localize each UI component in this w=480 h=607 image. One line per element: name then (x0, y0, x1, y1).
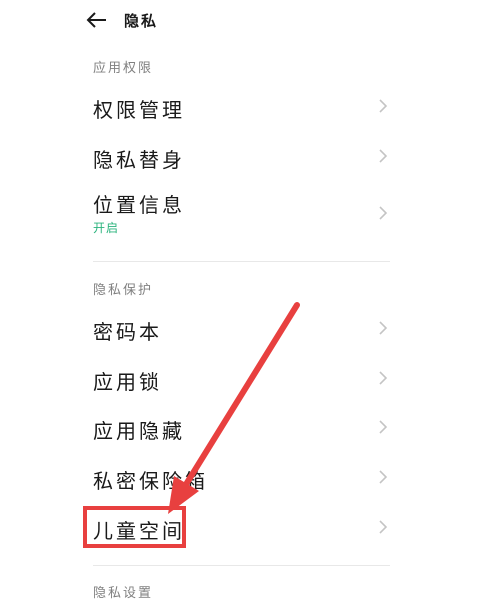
list-item-label: 权限管理 (93, 98, 185, 122)
list-item-password-book[interactable]: 密码本 (84, 308, 404, 348)
list-item-label: 应用隐藏 (93, 419, 185, 443)
section-title-privacy-protection: 隐私保护 (93, 283, 154, 298)
list-item-app-hide[interactable]: 应用隐藏 (84, 407, 404, 447)
list-item-private-safe[interactable]: 私密保险箱 (84, 457, 404, 497)
list-item-label: 位置信息 (93, 193, 185, 217)
chevron-right-icon (379, 149, 388, 163)
list-item-privacy-substitute[interactable]: 隐私替身 (84, 136, 404, 176)
list-item-location-info[interactable]: 位置信息 开启 (84, 184, 404, 244)
section-title-privacy-settings: 隐私设置 (93, 586, 154, 601)
location-status-text: 开启 (93, 221, 120, 235)
back-arrow-icon (86, 12, 106, 28)
chevron-right-icon (379, 520, 388, 534)
chevron-right-icon (379, 371, 388, 385)
chevron-right-icon (379, 99, 388, 113)
chevron-right-icon (379, 470, 388, 484)
section-divider (93, 565, 390, 566)
chevron-right-icon (379, 206, 388, 220)
list-item-label: 密码本 (93, 320, 162, 344)
list-item-label: 私密保险箱 (93, 469, 208, 493)
list-item-app-lock[interactable]: 应用锁 (84, 358, 404, 398)
privacy-settings-page: 隐私 应用权限 权限管理 隐私替身 位置信息 开启 隐私保护 密码本 应用锁 应… (0, 0, 480, 607)
chevron-right-icon (379, 420, 388, 434)
section-title-app-permissions: 应用权限 (93, 61, 154, 76)
list-item-permission-management[interactable]: 权限管理 (84, 86, 404, 126)
back-button[interactable] (84, 9, 110, 31)
section-divider (93, 261, 390, 262)
header-bar: 隐私 (0, 0, 480, 40)
highlight-box (83, 506, 186, 548)
list-item-label: 应用锁 (93, 370, 162, 394)
list-item-label: 隐私替身 (93, 148, 185, 172)
chevron-right-icon (379, 321, 388, 335)
page-title: 隐私 (124, 12, 159, 30)
